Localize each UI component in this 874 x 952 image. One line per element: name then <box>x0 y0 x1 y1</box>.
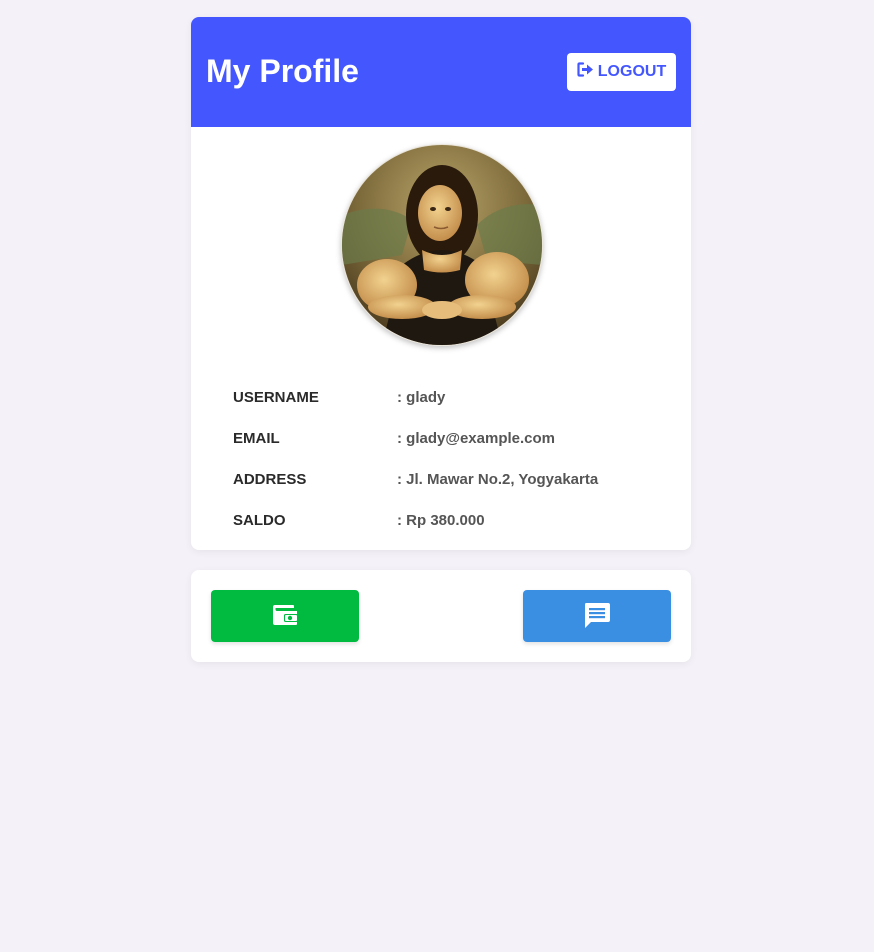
sign-out-icon <box>577 62 594 82</box>
logout-button[interactable]: LOGOUT <box>567 53 676 91</box>
info-row-email: EMAIL : glady@example.com <box>233 418 653 459</box>
avatar <box>341 144 543 346</box>
profile-info-table: USERNAME : glady EMAIL : glady@example.c… <box>233 377 653 541</box>
email-label: EMAIL <box>233 430 280 447</box>
profile-card: My Profile LOGOUT USERNAME: glady EMAIL… <box>191 17 691 550</box>
address-value: : Jl. Mawar No.2, Yogyakarta <box>397 471 599 488</box>
wallet-button[interactable] <box>211 590 359 642</box>
avatar-image <box>342 145 542 345</box>
email-value: : glady@example.com <box>397 430 556 447</box>
action-card <box>191 570 691 662</box>
address-label: ADDRESS <box>233 471 307 488</box>
chat-icon <box>583 601 611 632</box>
page-title: My Profile <box>206 53 359 89</box>
saldo-label: SALDO <box>233 512 286 529</box>
info-row-address: ADDRESS : Jl. Mawar No.2, Yogyakarta <box>233 459 653 500</box>
info-row-username: USERNAME : glady <box>233 377 653 418</box>
profile-header: My Profile LOGOUT <box>191 17 691 127</box>
chat-button[interactable] <box>523 590 671 642</box>
info-row-saldo: SALDO : Rp 380.000 <box>233 500 653 541</box>
logout-label: LOGOUT <box>597 63 667 80</box>
saldo-value: : Rp 380.000 <box>397 512 485 529</box>
username-label: USERNAME <box>233 389 319 406</box>
wallet-icon <box>272 603 298 630</box>
username-value: : glady <box>397 389 446 406</box>
